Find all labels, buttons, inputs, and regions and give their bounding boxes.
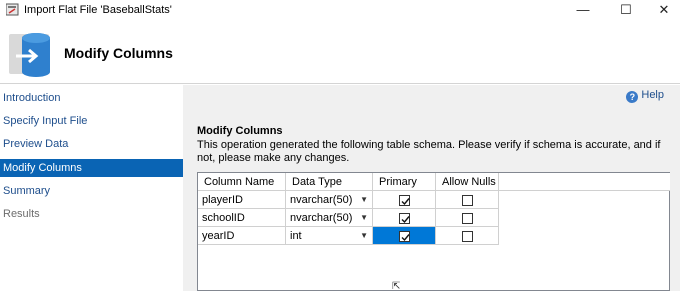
- nav-item-specify-input-file[interactable]: Specify Input File: [0, 112, 183, 130]
- cell-data-type[interactable]: nvarchar(50) ▼: [286, 209, 373, 227]
- column-header-filler: [499, 173, 670, 191]
- column-header-name[interactable]: Column Name: [198, 173, 286, 191]
- cell-column-name[interactable]: schoolID: [198, 209, 286, 227]
- data-type-value: nvarchar(50): [290, 194, 353, 206]
- checkmark-icon: [401, 198, 410, 206]
- nav-item-introduction[interactable]: Introduction: [0, 89, 183, 107]
- cell-allow-nulls[interactable]: [436, 191, 499, 209]
- cell-column-name[interactable]: yearID: [198, 227, 286, 245]
- nav-item-summary[interactable]: Summary: [0, 182, 183, 200]
- import-database-icon: [9, 33, 50, 77]
- wizard-nav: Introduction Specify Input File Preview …: [0, 85, 183, 291]
- app-icon: [6, 3, 19, 16]
- help-icon: ?: [626, 91, 639, 103]
- cell-primary-key-selected[interactable]: [373, 227, 436, 245]
- cell-allow-nulls[interactable]: [436, 209, 499, 227]
- cell-primary-key[interactable]: [373, 209, 436, 227]
- section-description: This operation generated the following t…: [197, 139, 661, 164]
- cell-primary-key[interactable]: [373, 191, 436, 209]
- primary-key-checkbox[interactable]: [399, 213, 410, 224]
- primary-key-checkbox[interactable]: [399, 195, 410, 206]
- dropdown-arrow-icon[interactable]: ▼: [360, 191, 368, 209]
- cell-data-type[interactable]: nvarchar(50) ▼: [286, 191, 373, 209]
- section-title: Modify Columns: [197, 125, 283, 137]
- cell-column-name[interactable]: playerID: [198, 191, 286, 209]
- help-label: Help: [641, 89, 664, 101]
- maximize-button[interactable]: ☐: [609, 0, 643, 20]
- nav-item-results: Results: [3, 208, 40, 220]
- title-bar: Import Flat File 'BaseballStats' — ☐ ✕: [0, 0, 680, 20]
- nav-separator: [183, 85, 195, 291]
- minimize-button[interactable]: —: [566, 0, 600, 20]
- schema-grid[interactable]: Column Name Data Type Primary Key Allow …: [197, 172, 670, 291]
- column-header-data-type[interactable]: Data Type: [286, 173, 373, 191]
- checkmark-icon: [401, 216, 410, 224]
- column-header-primary-key[interactable]: Primary Key: [373, 173, 436, 206]
- main-panel: ? Help Modify Columns This operation gene…: [195, 85, 680, 291]
- primary-key-checkbox[interactable]: [399, 231, 410, 242]
- page-title: Modify Columns: [64, 45, 173, 61]
- nav-item-modify-columns[interactable]: Modify Columns: [0, 159, 183, 177]
- help-link[interactable]: ? Help: [626, 89, 664, 103]
- close-button[interactable]: ✕: [647, 0, 680, 20]
- wizard-header: Modify Columns: [0, 20, 680, 84]
- dropdown-arrow-icon[interactable]: ▼: [360, 209, 368, 227]
- dropdown-arrow-icon[interactable]: ▼: [360, 227, 368, 245]
- cell-data-type[interactable]: int ▼: [286, 227, 373, 245]
- cell-allow-nulls[interactable]: [436, 227, 499, 245]
- data-type-value: int: [290, 230, 302, 242]
- data-type-value: nvarchar(50): [290, 212, 353, 224]
- checkmark-icon: [401, 234, 410, 242]
- allow-nulls-checkbox[interactable]: [462, 231, 473, 242]
- window-title: Import Flat File 'BaseballStats': [24, 4, 172, 16]
- column-header-allow-nulls[interactable]: Allow Nulls: [436, 173, 499, 191]
- nav-item-preview-data[interactable]: Preview Data: [0, 135, 183, 153]
- mouse-cursor-icon: ⇱: [392, 281, 401, 291]
- allow-nulls-checkbox[interactable]: [462, 195, 473, 206]
- allow-nulls-checkbox[interactable]: [462, 213, 473, 224]
